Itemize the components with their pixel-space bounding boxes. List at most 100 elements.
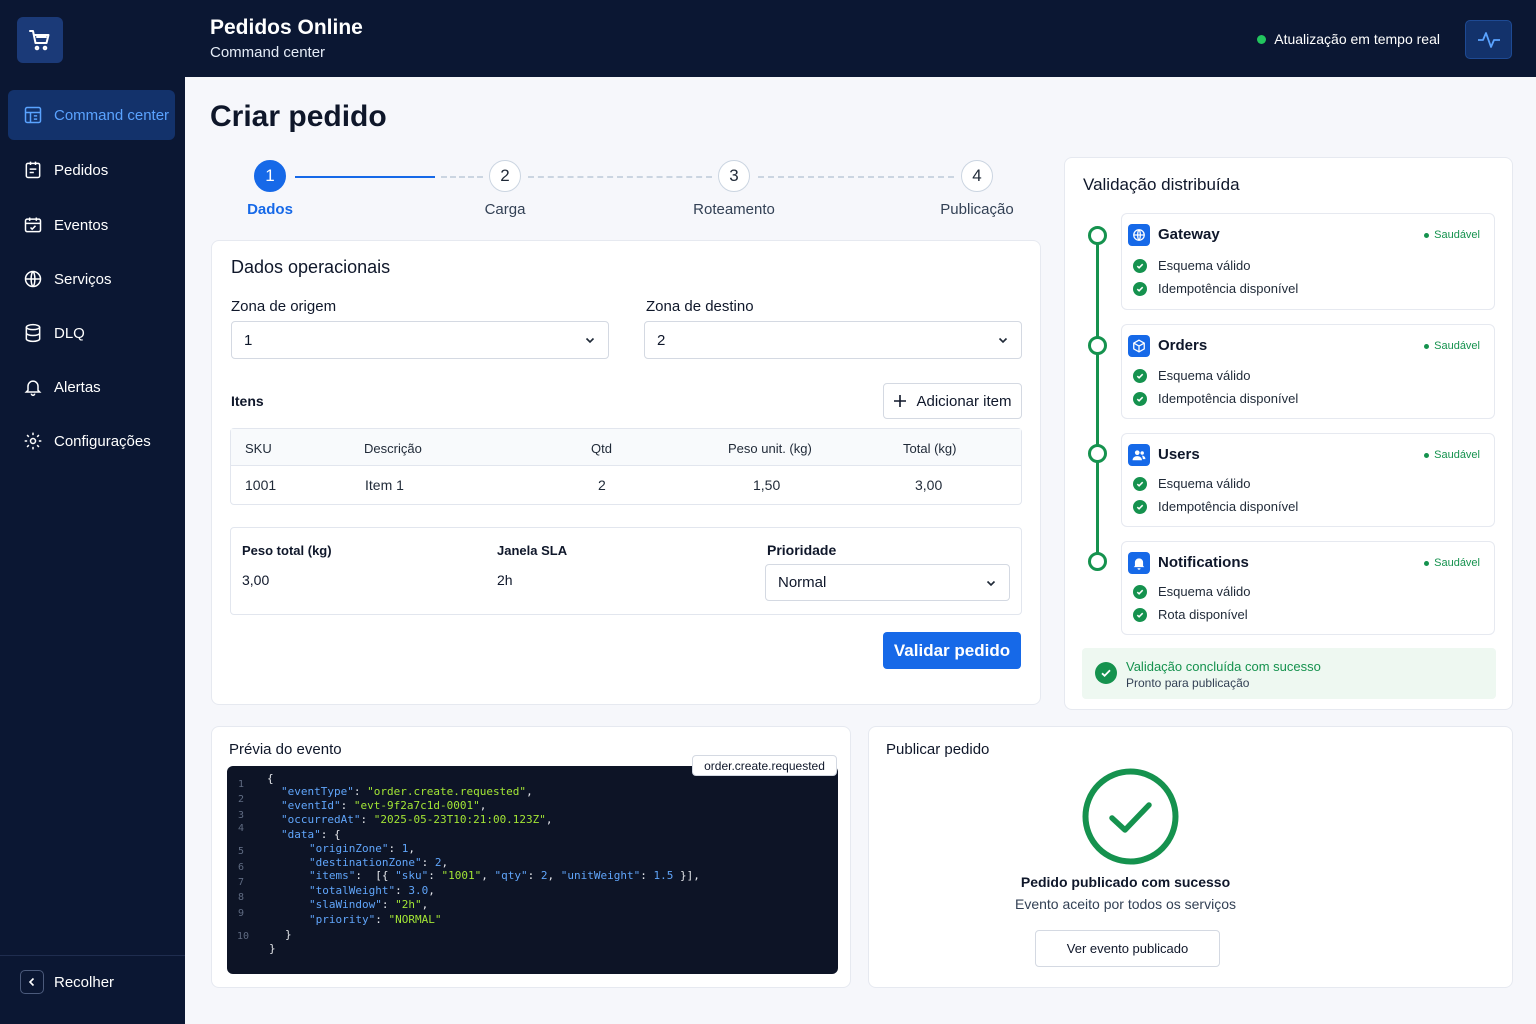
form-title: Dados operacionais bbox=[231, 257, 391, 277]
gear-icon bbox=[22, 430, 44, 452]
sidebar-item-label: Pedidos bbox=[54, 161, 109, 179]
destination-select[interactable]: 2 bbox=[644, 321, 1022, 359]
sidebar-item-servicos[interactable]: Serviços bbox=[8, 254, 175, 304]
cart-logo-icon[interactable] bbox=[17, 17, 63, 63]
timeline-node bbox=[1088, 444, 1107, 463]
check-item: Idempotência disponível bbox=[1133, 391, 1298, 406]
code-line: } bbox=[285, 928, 292, 941]
page-title: Criar pedido bbox=[210, 100, 387, 133]
check-icon bbox=[1133, 391, 1147, 406]
column-header: Total (kg) bbox=[903, 441, 957, 456]
sidebar-item-alertas[interactable]: Alertas bbox=[8, 362, 175, 412]
realtime-label: Atualização em tempo real bbox=[1274, 31, 1440, 47]
priority-select[interactable]: Normal bbox=[765, 564, 1010, 601]
collapse-label: Recolher bbox=[54, 973, 115, 991]
line-number: 3 bbox=[238, 810, 245, 821]
app-subtitle: Command center bbox=[210, 44, 326, 61]
check-label: Rota disponível bbox=[1158, 607, 1248, 622]
sidebar-item-pedidos[interactable]: Pedidos bbox=[8, 145, 175, 195]
status-text: Saudável bbox=[1434, 557, 1480, 569]
realtime-indicator: Atualização em tempo real bbox=[1257, 31, 1440, 47]
service-card-users: Users Saudável Esquema válido Idempotênc… bbox=[1121, 433, 1495, 527]
items-label: Itens bbox=[231, 393, 264, 409]
service-name: Orders bbox=[1158, 337, 1208, 354]
code-line: { bbox=[267, 772, 274, 785]
publish-success-title: Pedido publicado com sucesso bbox=[1020, 874, 1231, 890]
step-roteamento[interactable]: 3 Roteamento bbox=[674, 160, 794, 218]
sidebar-item-dlq[interactable]: DLQ bbox=[8, 308, 175, 358]
status-text: Saudável bbox=[1434, 229, 1480, 241]
destination-value: 2 bbox=[657, 331, 666, 349]
service-card-notifications: Notifications Saudável Esquema válido Ro… bbox=[1121, 541, 1495, 635]
status-badge: Saudável bbox=[1424, 229, 1480, 241]
chevron-down-icon bbox=[998, 337, 1008, 344]
result-subtitle: Pronto para publicação bbox=[1126, 676, 1250, 690]
add-item-label: Adicionar item bbox=[916, 392, 1012, 410]
total-weight-label: Peso total (kg) bbox=[242, 543, 332, 558]
status-badge: Saudável bbox=[1424, 557, 1480, 569]
code-line: "occurredAt": "2025-05-23T10:21:00.123Z"… bbox=[281, 813, 553, 826]
users-icon bbox=[1128, 444, 1150, 466]
status-badge: Saudável bbox=[1424, 340, 1480, 352]
code-line: "items": [{ "sku": "1001", "qty": 2, "un… bbox=[309, 869, 700, 882]
add-item-button[interactable]: Adicionar item bbox=[883, 383, 1022, 419]
column-header: Descrição bbox=[364, 441, 422, 456]
line-number: 2 bbox=[238, 794, 245, 805]
cell-total: 3,00 bbox=[915, 477, 943, 493]
line-number: 5 bbox=[238, 846, 245, 857]
priority-value: Normal bbox=[778, 574, 827, 591]
collapse-button[interactable]: Recolher bbox=[20, 970, 114, 994]
check-label: Idempotência disponível bbox=[1158, 391, 1299, 406]
publish-title: Publicar pedido bbox=[886, 741, 990, 758]
check-item: Esquema válido bbox=[1133, 584, 1251, 599]
step-label: Roteamento bbox=[693, 201, 775, 218]
line-number: 10 bbox=[237, 931, 250, 942]
code-line: "priority": "NORMAL" bbox=[309, 913, 442, 926]
sidebar-item-eventos[interactable]: Eventos bbox=[8, 200, 175, 250]
sidebar-item-label: Command center bbox=[54, 106, 170, 124]
column-header: Peso unit. (kg) bbox=[728, 441, 812, 456]
sidebar-item-label: Configurações bbox=[54, 432, 151, 450]
activity-icon bbox=[1477, 31, 1500, 48]
table-header: SKU Descrição Qtd Peso unit. (kg) Total … bbox=[231, 429, 1021, 466]
step-label: Carga bbox=[484, 201, 526, 218]
step-label: Dados bbox=[247, 201, 293, 218]
sidebar-item-label: DLQ bbox=[54, 324, 85, 342]
check-label: Esquema válido bbox=[1158, 258, 1251, 273]
total-weight-value: 3,00 bbox=[242, 572, 270, 588]
origin-select[interactable]: 1 bbox=[231, 321, 609, 359]
sidebar-item-configuracoes[interactable]: Configurações bbox=[8, 416, 175, 466]
check-label: Idempotência disponível bbox=[1158, 499, 1299, 514]
globe-icon bbox=[22, 268, 44, 290]
check-item: Esquema válido bbox=[1133, 476, 1251, 491]
app-title: Pedidos Online bbox=[210, 16, 363, 39]
check-item: Rota disponível bbox=[1133, 607, 1248, 622]
code-line: "originZone": 1, bbox=[309, 842, 415, 855]
code-line: "slaWindow": "2h", bbox=[309, 898, 429, 911]
code-line: } bbox=[269, 942, 276, 955]
step-carga[interactable]: 2 Carga bbox=[445, 160, 565, 218]
validation-timeline bbox=[1096, 244, 1099, 562]
step-publicacao[interactable]: 4 Publicação bbox=[917, 160, 1037, 218]
status-badge: Saudável bbox=[1424, 449, 1480, 461]
check-icon bbox=[1133, 281, 1147, 296]
line-number: 7 bbox=[238, 877, 245, 888]
step-dados[interactable]: 1 Dados bbox=[210, 160, 330, 218]
check-item: Esquema válido bbox=[1133, 258, 1251, 273]
status-text: Saudável bbox=[1434, 449, 1480, 461]
sidebar-item-command-center[interactable]: Command center bbox=[8, 90, 175, 140]
events-icon bbox=[22, 214, 44, 236]
timeline-node bbox=[1088, 336, 1107, 355]
code-line: "eventType": "order.create.requested", bbox=[281, 785, 533, 798]
step-number: 4 bbox=[961, 160, 993, 192]
line-number: 4 bbox=[238, 823, 245, 834]
column-header: Qtd bbox=[591, 441, 612, 456]
line-number: 9 bbox=[238, 908, 245, 919]
timeline-node bbox=[1088, 226, 1107, 245]
service-name: Notifications bbox=[1158, 554, 1249, 571]
step-number: 1 bbox=[254, 160, 286, 192]
activity-button[interactable] bbox=[1465, 20, 1512, 59]
check-icon bbox=[1133, 258, 1147, 273]
view-published-event-button[interactable]: Ver evento publicado bbox=[1035, 930, 1220, 967]
validate-order-button[interactable]: Validar pedido bbox=[883, 632, 1021, 669]
